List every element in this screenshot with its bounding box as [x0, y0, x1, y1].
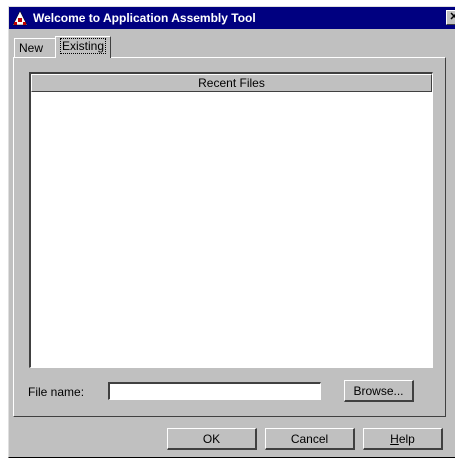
- recent-files-list[interactable]: Recent Files: [29, 72, 433, 368]
- tab-new[interactable]: New: [14, 38, 56, 58]
- tab-existing[interactable]: Existing: [55, 36, 111, 58]
- file-name-input[interactable]: [108, 382, 321, 400]
- file-name-label: File name:: [28, 385, 85, 399]
- close-button[interactable]: ✕: [446, 10, 455, 25]
- help-button[interactable]: Help: [363, 428, 443, 450]
- title-bar[interactable]: Welcome to Application Assembly Tool ✕: [9, 7, 455, 29]
- window-title: Welcome to Application Assembly Tool: [33, 11, 256, 25]
- close-icon: ✕: [449, 11, 455, 23]
- recent-files-column-header[interactable]: Recent Files: [31, 74, 432, 92]
- tab-new-label: New: [19, 41, 44, 55]
- cancel-button[interactable]: Cancel: [265, 428, 355, 450]
- help-mnemonic: H: [390, 431, 399, 446]
- tab-existing-label: Existing: [60, 38, 107, 54]
- application-assembly-icon: [12, 10, 28, 26]
- help-label-rest: elp: [398, 431, 415, 446]
- browse-button[interactable]: Browse...: [344, 380, 414, 402]
- ok-button[interactable]: OK: [167, 428, 257, 450]
